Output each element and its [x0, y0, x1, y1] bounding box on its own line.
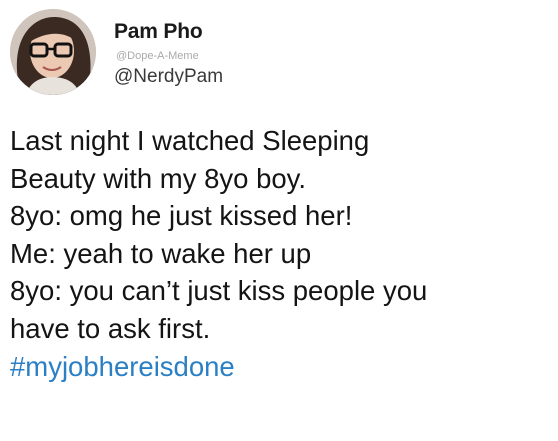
user-handle[interactable]: @NerdyPam [114, 66, 223, 88]
tweet-line: 8yo: omg he just kissed her! [10, 200, 353, 232]
tweet-line: Beauty with my 8yo boy. [10, 162, 307, 194]
tweet-line: Last night I watched Sleeping [10, 125, 370, 156]
tweet-line: 8yo: you can’t just kiss people you [10, 275, 428, 307]
tweet-line: Me: yeah to wake her up [10, 237, 312, 269]
watermark-text: @Dope-A-Meme [116, 50, 199, 62]
profile-photo-icon [10, 9, 96, 95]
avatar[interactable] [10, 9, 96, 95]
tweet-text: Last night I watched Sleeping Beauty wit… [10, 122, 550, 385]
display-name[interactable]: Pam Pho [114, 20, 203, 44]
hashtag-link[interactable]: #myjobhereisdone [10, 348, 550, 386]
tweet-line: have to ask first. [10, 312, 211, 344]
tweet-card: Pam Pho @Dope-A-Meme @NerdyPam Last nigh… [0, 0, 558, 441]
